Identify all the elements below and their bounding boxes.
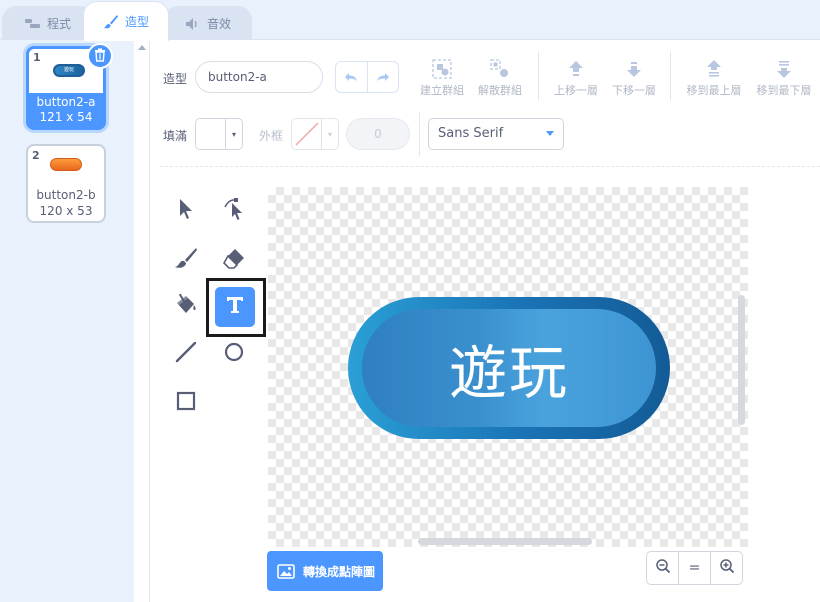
costume-name-label: 造型	[163, 72, 188, 86]
outline-color-picker[interactable]: ▾	[291, 118, 339, 150]
move-up-icon	[544, 56, 608, 82]
reshape-tool[interactable]	[214, 191, 254, 231]
font-dropdown[interactable]: Sans Serif	[428, 118, 564, 150]
zoom-controls: =	[646, 551, 743, 585]
back-button[interactable]: 移到最下層	[752, 56, 816, 98]
button-shape[interactable]: 遊玩	[348, 297, 670, 439]
zoom-out-button[interactable]	[647, 552, 679, 584]
backward-label: 下移一層	[612, 84, 656, 97]
ungroup-icon	[468, 56, 532, 82]
no-outline-swatch	[292, 119, 322, 149]
image-icon	[277, 563, 295, 579]
toolbar-divider	[419, 112, 420, 156]
undo-redo-group	[335, 61, 399, 93]
move-down-icon	[602, 56, 666, 82]
front-button[interactable]: 移到最上層	[682, 56, 746, 98]
trash-icon	[94, 47, 106, 66]
circle-tool[interactable]	[214, 334, 254, 374]
brush-tool[interactable]	[166, 240, 206, 280]
convert-to-bitmap-button[interactable]: 轉換成點陣圖	[267, 551, 383, 591]
forward-label: 上移一層	[554, 84, 598, 97]
circle-icon	[223, 341, 245, 367]
button-thumbnail	[50, 158, 82, 171]
convert-label: 轉換成點陣圖	[303, 564, 376, 579]
fill-tool[interactable]	[166, 287, 206, 327]
costume-size: 121 x 54	[39, 110, 93, 124]
redo-icon	[375, 68, 391, 87]
outline-width-input[interactable]: 0	[346, 118, 410, 150]
dropdown-caret-icon: ▾	[231, 129, 236, 139]
select-arrow-icon	[177, 198, 195, 224]
tab-sounds-label: 音效	[206, 17, 231, 31]
thumbnail-text: 遊玩	[63, 67, 74, 73]
line-tool[interactable]	[166, 334, 206, 374]
button-thumbnail: 遊玩	[53, 64, 85, 77]
editor-tabs: 程式 造型 音效	[0, 0, 820, 41]
rectangle-icon	[175, 390, 197, 416]
paint-canvas[interactable]: 遊玩	[268, 187, 748, 547]
tab-costumes[interactable]: 造型	[83, 1, 169, 41]
brush-icon	[103, 14, 119, 30]
zoom-in-button[interactable]	[711, 552, 742, 584]
toolbar-divider	[670, 52, 671, 100]
group-icon	[410, 56, 474, 82]
costume-number: 2	[32, 149, 40, 162]
sound-icon	[185, 17, 201, 31]
costume-item-2[interactable]: 2 button2-b 120 x 53	[26, 144, 106, 223]
paintbrush-icon	[174, 247, 198, 273]
eraser-icon	[222, 247, 246, 273]
ungroup-button[interactable]: 解散群組	[468, 56, 532, 98]
fill-color-swatch	[196, 119, 226, 149]
select-tool[interactable]	[166, 191, 206, 231]
costume-size: 120 x 53	[39, 204, 93, 218]
tab-code-label: 程式	[46, 17, 71, 31]
list-scrollbar[interactable]	[134, 40, 150, 602]
font-dropdown-value: Sans Serif	[438, 126, 504, 141]
back-label: 移到最下層	[756, 84, 812, 97]
undo-button[interactable]	[336, 62, 368, 92]
zoom-in-icon	[719, 558, 735, 578]
fill-label: 填滿	[163, 129, 188, 143]
zoom-out-icon	[655, 558, 671, 578]
undo-icon	[343, 68, 359, 87]
move-to-back-icon	[752, 56, 816, 82]
canvas-horizontal-scrollbar[interactable]	[418, 538, 592, 545]
costume-name-input[interactable]: button2-a	[195, 61, 323, 93]
canvas-vertical-scrollbar[interactable]	[738, 295, 745, 425]
dropdown-caret-icon: ▾	[327, 129, 332, 139]
scroll-up-icon[interactable]	[138, 45, 146, 50]
costume-number: 1	[33, 51, 41, 64]
text-tool-highlight	[206, 278, 266, 337]
forward-button[interactable]: 上移一層	[544, 56, 608, 98]
group-label: 建立群組	[420, 84, 464, 97]
zoom-reset-label: =	[688, 560, 701, 576]
move-to-front-icon	[682, 56, 746, 82]
paint-bucket-icon	[173, 293, 199, 321]
front-label: 移到最上層	[686, 84, 742, 97]
tab-code[interactable]: 程式	[2, 6, 94, 40]
outline-label: 外框	[259, 129, 284, 143]
fill-color-picker[interactable]: ▾	[195, 118, 243, 150]
button-inner-shape: 遊玩	[362, 309, 656, 427]
toolbar-divider	[538, 52, 539, 100]
chevron-down-icon	[546, 131, 554, 136]
redo-button[interactable]	[368, 62, 399, 92]
eraser-tool[interactable]	[214, 240, 254, 280]
ungroup-label: 解散群組	[478, 84, 522, 97]
tab-sounds[interactable]: 音效	[164, 6, 252, 40]
toolbar-separator	[160, 166, 820, 167]
costume-name: button2-a	[36, 95, 96, 109]
line-icon	[175, 341, 197, 367]
tab-costumes-label: 造型	[124, 15, 149, 29]
reshape-icon	[223, 197, 245, 225]
code-icon	[24, 18, 41, 30]
costume-name: button2-b	[36, 188, 96, 202]
rectangle-tool[interactable]	[166, 383, 206, 423]
group-button[interactable]: 建立群組	[410, 56, 474, 98]
button-text[interactable]: 遊玩	[362, 309, 656, 427]
delete-costume-button[interactable]	[87, 43, 113, 69]
backward-button[interactable]: 下移一層	[602, 56, 666, 98]
zoom-reset-button[interactable]: =	[679, 552, 711, 584]
